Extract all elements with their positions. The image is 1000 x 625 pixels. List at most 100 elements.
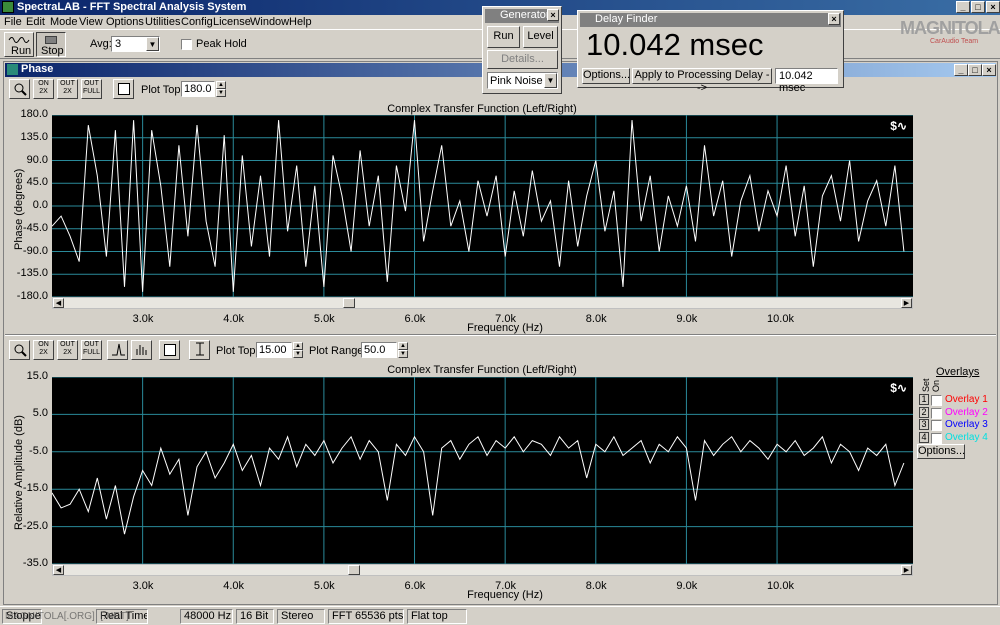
menu-window[interactable]: Window (250, 16, 289, 28)
x-tick-label: 4.0k (223, 313, 245, 325)
bars-icon[interactable] (131, 340, 152, 360)
phase-chart-title: Complex Transfer Function (Left/Right) (387, 103, 577, 115)
amp-plot-top-input[interactable]: 15.00 (256, 342, 292, 358)
overlays-title: Overlays (936, 366, 980, 378)
delay-finder-titlebar: Delay Finder × (580, 13, 841, 27)
zoom-icon[interactable] (9, 79, 30, 99)
stop-button[interactable]: Stop (36, 32, 66, 57)
menu-config[interactable]: Config (181, 16, 213, 28)
app-icon (2, 1, 14, 13)
x-tick-label: 10.0k (767, 313, 794, 325)
overlay-set-button[interactable]: 4 (919, 431, 929, 443)
zoom-in-2x-icon[interactable]: ON 2X (33, 79, 54, 99)
amp-xlabel: Frequency (Hz) (467, 589, 543, 601)
child-maximize-button[interactable]: □ (968, 64, 982, 76)
amp-hscroll[interactable]: ◀ ▶ (52, 564, 913, 576)
overlay-set-button[interactable]: 1 (919, 394, 929, 405)
close-button[interactable]: × (986, 1, 1000, 13)
generator-close-button[interactable]: × (547, 9, 559, 21)
overlay-checkbox[interactable] (931, 407, 942, 419)
minimize-button[interactable]: _ (956, 1, 970, 13)
settings-icon[interactable] (159, 340, 180, 360)
child-close-button[interactable]: × (982, 64, 996, 76)
zoom-icon[interactable] (9, 340, 30, 360)
status-channels: Stereo (277, 609, 325, 624)
splitter[interactable] (5, 334, 996, 336)
scroll-right-icon[interactable]: ▶ (901, 298, 912, 308)
plot-range-label: Plot Range: (309, 345, 367, 357)
maximize-button[interactable]: □ (971, 1, 985, 13)
scroll-left-icon[interactable]: ◀ (53, 298, 64, 308)
plot-range-input[interactable]: 50.0 (361, 342, 397, 358)
generator-titlebar: Generator × (485, 9, 559, 23)
menu-utilities[interactable]: Utilities (145, 16, 180, 28)
spin-up-icon[interactable]: ▲ (293, 342, 303, 350)
settings-icon[interactable] (113, 79, 134, 99)
menu-edit[interactable]: Edit (26, 16, 45, 28)
zoom-out-full-icon[interactable]: OUT FULL (81, 340, 102, 360)
x-tick-label: 3.0k (132, 313, 154, 325)
apply-delay-button[interactable]: Apply to Processing Delay --> (632, 68, 772, 94)
child-minimize-button[interactable]: _ (954, 64, 968, 76)
menu-options[interactable]: Options (106, 16, 144, 28)
spin-down-icon[interactable]: ▼ (398, 350, 408, 358)
overlay-label: Overlay 2 (945, 406, 988, 418)
avg-select[interactable]: 3 ▼ (111, 36, 160, 52)
overlay-set-button[interactable]: 3 (919, 419, 929, 430)
phase-plot: $∿ (51, 114, 913, 298)
zoom-out-2x-icon[interactable]: OUT 2X (57, 340, 78, 360)
phase-ylabel: Phase (degrees) (13, 168, 25, 250)
menu-help[interactable]: Help (289, 16, 312, 28)
spin-up-icon[interactable]: ▲ (398, 342, 408, 350)
run-button[interactable]: Run (4, 32, 34, 57)
chevron-down-icon[interactable]: ▼ (146, 37, 159, 51)
scroll-thumb[interactable] (348, 565, 360, 575)
scroll-thumb[interactable] (343, 298, 355, 308)
overlay-checkbox[interactable] (931, 432, 942, 444)
x-tick-label: 4.0k (223, 580, 245, 592)
phase-plot-top-input[interactable]: 180.0 (181, 81, 215, 97)
noise-type-select[interactable]: Pink Noise ▼ (487, 72, 558, 89)
zoom-out-2x-icon[interactable]: OUT 2X (57, 79, 78, 99)
generator-level-button[interactable]: Level (523, 26, 558, 48)
status-window: Flat top (407, 609, 467, 624)
scale-icon[interactable]: $∿ (890, 119, 907, 133)
generator-details-button[interactable]: Details... (487, 50, 558, 69)
overlay-set-button[interactable]: 2 (919, 406, 929, 418)
menu-license[interactable]: License (213, 16, 251, 28)
scale-icon[interactable]: $∿ (890, 381, 907, 395)
overlay-checkbox[interactable] (931, 395, 942, 406)
watermark-sub: CarAudio Team (930, 38, 979, 45)
zoom-in-2x-icon[interactable]: ON 2X (33, 340, 54, 360)
spin-down-icon[interactable]: ▼ (293, 350, 303, 358)
spin-down-icon[interactable]: ▼ (216, 89, 226, 97)
y-tick-label: 15.0 (26, 370, 48, 382)
amp-plot-top-label: Plot Top: (216, 345, 259, 357)
phase-xlabel: Frequency (Hz) (467, 322, 543, 334)
spin-up-icon[interactable]: ▲ (216, 81, 226, 89)
menu-view[interactable]: View (79, 16, 103, 28)
menu-file[interactable]: File (4, 16, 22, 28)
overlay-checkbox[interactable] (931, 420, 942, 431)
x-tick-label: 8.0k (585, 313, 607, 325)
phase-hscroll[interactable]: ◀ ▶ (52, 297, 913, 309)
plot-top-label: Plot Top: (141, 84, 184, 96)
scroll-right-icon[interactable]: ▶ (901, 565, 912, 575)
generator-run-button[interactable]: Run (487, 26, 520, 48)
peak-icon[interactable] (107, 340, 128, 360)
delay-options-button[interactable]: Options... (582, 68, 630, 84)
range-icon[interactable] (189, 340, 210, 360)
y-tick-label: 90.0 (26, 153, 48, 166)
x-tick-label: 6.0k (404, 580, 426, 592)
overlay-options-button[interactable]: Options... (917, 444, 965, 459)
status-bits: 16 Bit (236, 609, 274, 624)
overlays-set-label: Set (921, 378, 931, 392)
delay-value-field[interactable]: 10.042 msec (775, 68, 838, 94)
chevron-down-icon[interactable]: ▼ (544, 73, 557, 88)
zoom-out-full-icon[interactable]: OUT FULL (81, 79, 102, 99)
menu-mode[interactable]: Mode (50, 16, 78, 28)
scroll-left-icon[interactable]: ◀ (53, 565, 64, 575)
peak-hold-checkbox[interactable] (181, 39, 192, 50)
x-tick-label: 6.0k (404, 313, 426, 325)
delay-finder-close-button[interactable]: × (828, 13, 840, 25)
